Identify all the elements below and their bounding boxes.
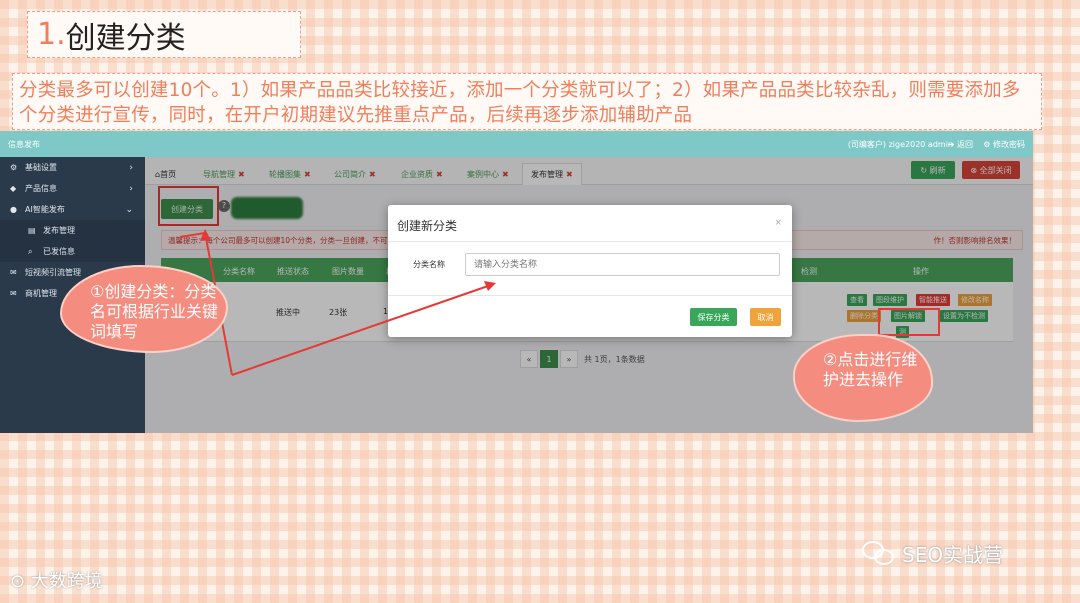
arrowhead bbox=[200, 229, 211, 241]
footer-brand-left: ⊙ 大数跨境 bbox=[10, 567, 103, 593]
footer-right-text: SEO实战营 bbox=[902, 543, 1004, 567]
wechat-icon bbox=[862, 540, 896, 567]
footer-brand-right: SEO实战营 bbox=[862, 539, 1003, 568]
callout-maintain: ②点击进行维护进去操作 bbox=[823, 350, 918, 389]
arrow-line bbox=[179, 232, 206, 238]
callout-create-category: ①创建分类：分类名可根据行业关键词填写 bbox=[90, 282, 219, 341]
arrow-line bbox=[231, 285, 489, 376]
footer-left-text: 大数跨境 bbox=[30, 571, 103, 592]
logo-icon: ⊙ bbox=[10, 571, 31, 592]
